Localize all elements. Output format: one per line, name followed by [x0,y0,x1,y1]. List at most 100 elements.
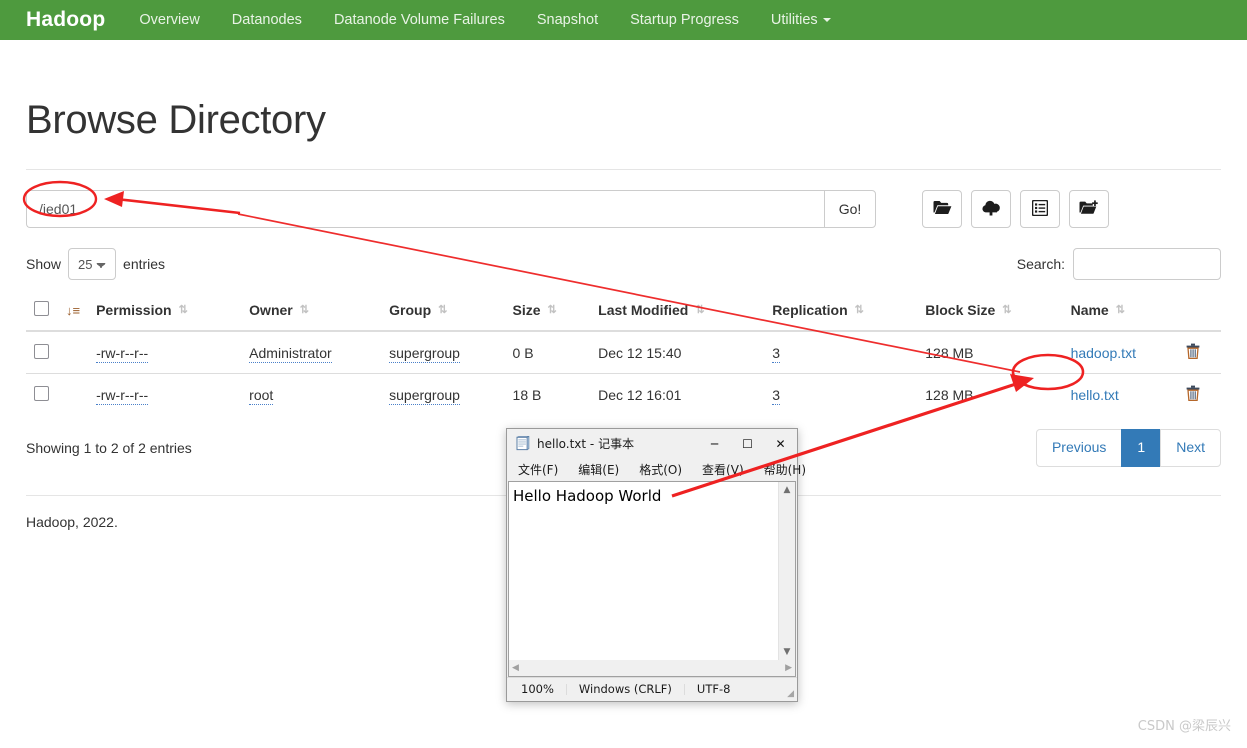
page-title: Browse Directory [26,98,326,142]
scroll-right-icon[interactable]: ▶ [785,663,792,673]
sort-icon: ⇅ [299,304,309,316]
delete-icon[interactable] [1186,343,1200,362]
entries-label: entries [123,256,166,272]
nav-item-overview[interactable]: Overview [123,0,215,40]
scroll-left-icon[interactable]: ◀ [512,663,519,673]
notepad-editor[interactable]: Hello Hadoop World ▲ ▼ [508,481,796,660]
row-select-cell[interactable] [26,330,58,374]
menu-file[interactable]: 文件(F) [515,460,561,479]
group-value: supergroup [389,344,460,363]
scroll-down-icon[interactable]: ▼ [784,644,791,660]
sort-icon: ⇅ [178,304,188,316]
sort-icon: ⇅ [1002,304,1012,316]
search-control: Search: [1017,248,1221,280]
scroll-up-icon[interactable]: ▲ [784,482,791,498]
owner-value: Administrator [249,344,332,363]
th-permission[interactable]: Permission ⇅ [88,292,242,332]
row-checkbox[interactable] [34,385,49,401]
owner-value: root [249,386,274,405]
nav-item-datanodes[interactable]: Datanodes [216,0,318,40]
nav-item-startup-progress[interactable]: Startup Progress [614,0,755,40]
permission-value: -rw-r--r-- [96,386,149,405]
th-name-label: Name [1070,302,1109,318]
th-last-modified[interactable]: Last Modified ⇅ [590,292,765,332]
notepad-vertical-scrollbar[interactable]: ▲ ▼ [778,482,795,660]
open-folder-icon [933,200,952,218]
new-folder-icon [1079,200,1099,218]
sort-desc-icon: ↓≡ [66,303,81,318]
go-button[interactable]: Go! [824,190,876,228]
notepad-titlebar[interactable]: hello.txt - 记事本 ─ ☐ ✕ [507,429,797,458]
th-replication[interactable]: Replication ⇅ [764,292,918,332]
th-select-all[interactable] [26,292,58,332]
resize-grip-icon[interactable]: ◢ [787,689,794,699]
cell-name: hadoop.txt [1062,330,1179,374]
cell-replication: 3 [764,330,918,374]
nav-item-datanode-volume-failures[interactable]: Datanode Volume Failures [318,0,521,40]
notepad-statusbar: 100% Windows (CRLF) UTF-8 ◢ [507,677,797,701]
table-row: -rw-r--r-- root supergroup 18 B Dec 12 1… [26,373,1221,415]
pagination-next[interactable]: Next [1160,429,1221,467]
notepad-horizontal-scrollbar[interactable]: ◀ ▶ [508,660,796,677]
close-icon[interactable]: ✕ [764,429,797,458]
menu-view[interactable]: 查看(V) [699,460,747,479]
path-input[interactable] [26,190,824,228]
menu-help[interactable]: 帮助(H) [761,460,809,479]
open-folder-button[interactable] [922,190,962,228]
list-icon [1031,199,1049,219]
cell-group: supergroup [381,373,505,415]
permission-value: -rw-r--r-- [96,344,149,363]
row-permission-spacer [58,330,89,374]
cell-name: hello.txt [1062,373,1179,415]
file-link-hello-txt[interactable]: hello.txt [1071,387,1119,403]
table-body: -rw-r--r-- Administrator supergroup 0 B … [26,330,1221,415]
th-replication-label: Replication [772,302,848,318]
nav-item-snapshot[interactable]: Snapshot [521,0,614,40]
maximize-icon[interactable]: ☐ [731,429,764,458]
th-owner[interactable]: Owner ⇅ [241,292,382,332]
new-folder-button[interactable] [1069,190,1109,228]
path-toolbar: Go! [26,190,1221,228]
th-group[interactable]: Group ⇅ [381,292,505,332]
group-value: supergroup [389,386,460,405]
status-line-ending: Windows (CRLF) [567,683,685,696]
pagination-page-1[interactable]: 1 [1121,429,1162,467]
listing-button[interactable] [1020,190,1060,228]
navbar: Hadoop Overview Datanodes Datanode Volum… [0,0,1247,40]
pagination-previous[interactable]: Previous [1035,429,1123,467]
title-divider [26,169,1221,170]
th-name[interactable]: Name ⇅ [1062,292,1179,332]
th-permission-label: Permission [96,302,172,318]
directory-tools [922,190,1109,228]
sort-icon: ⇅ [695,304,705,316]
th-permission-sort[interactable]: ↓≡ [58,292,89,332]
path-input-group: Go! [26,190,876,228]
row-checkbox[interactable] [34,343,49,359]
upload-button[interactable] [971,190,1011,228]
notepad-text-content[interactable]: Hello Hadoop World [509,482,778,660]
th-size[interactable]: Size ⇅ [504,292,591,332]
th-block-size[interactable]: Block Size ⇅ [917,292,1063,332]
sort-icon: ⇅ [547,304,557,316]
row-select-cell[interactable] [26,373,58,415]
menu-edit[interactable]: 编辑(E) [575,460,622,479]
cell-last-modified: Dec 12 16:01 [590,373,765,415]
search-input[interactable] [1073,248,1221,280]
notepad-title-text: hello.txt - 记事本 [537,437,635,451]
page-length-select[interactable]: 25 [68,248,117,280]
select-all-checkbox[interactable] [34,301,49,316]
th-actions [1178,292,1221,332]
file-link-hadoop-txt[interactable]: hadoop.txt [1071,345,1136,361]
status-zoom: 100% [507,683,567,696]
delete-icon[interactable] [1186,385,1200,404]
notepad-menubar: 文件(F) 编辑(E) 格式(O) 查看(V) 帮助(H) [507,458,806,481]
cell-block-size: 128 MB [917,373,1063,415]
status-encoding: UTF-8 [696,681,731,696]
brand-logo[interactable]: Hadoop [12,8,123,32]
nav-item-utilities[interactable]: Utilities [755,0,847,40]
chevron-down-icon [822,18,831,23]
minimize-icon[interactable]: ─ [698,429,731,458]
th-owner-label: Owner [249,302,293,318]
menu-format[interactable]: 格式(O) [636,460,685,479]
notepad-window[interactable]: hello.txt - 记事本 ─ ☐ ✕ 文件(F) 编辑(E) 格式(O) … [506,428,806,702]
